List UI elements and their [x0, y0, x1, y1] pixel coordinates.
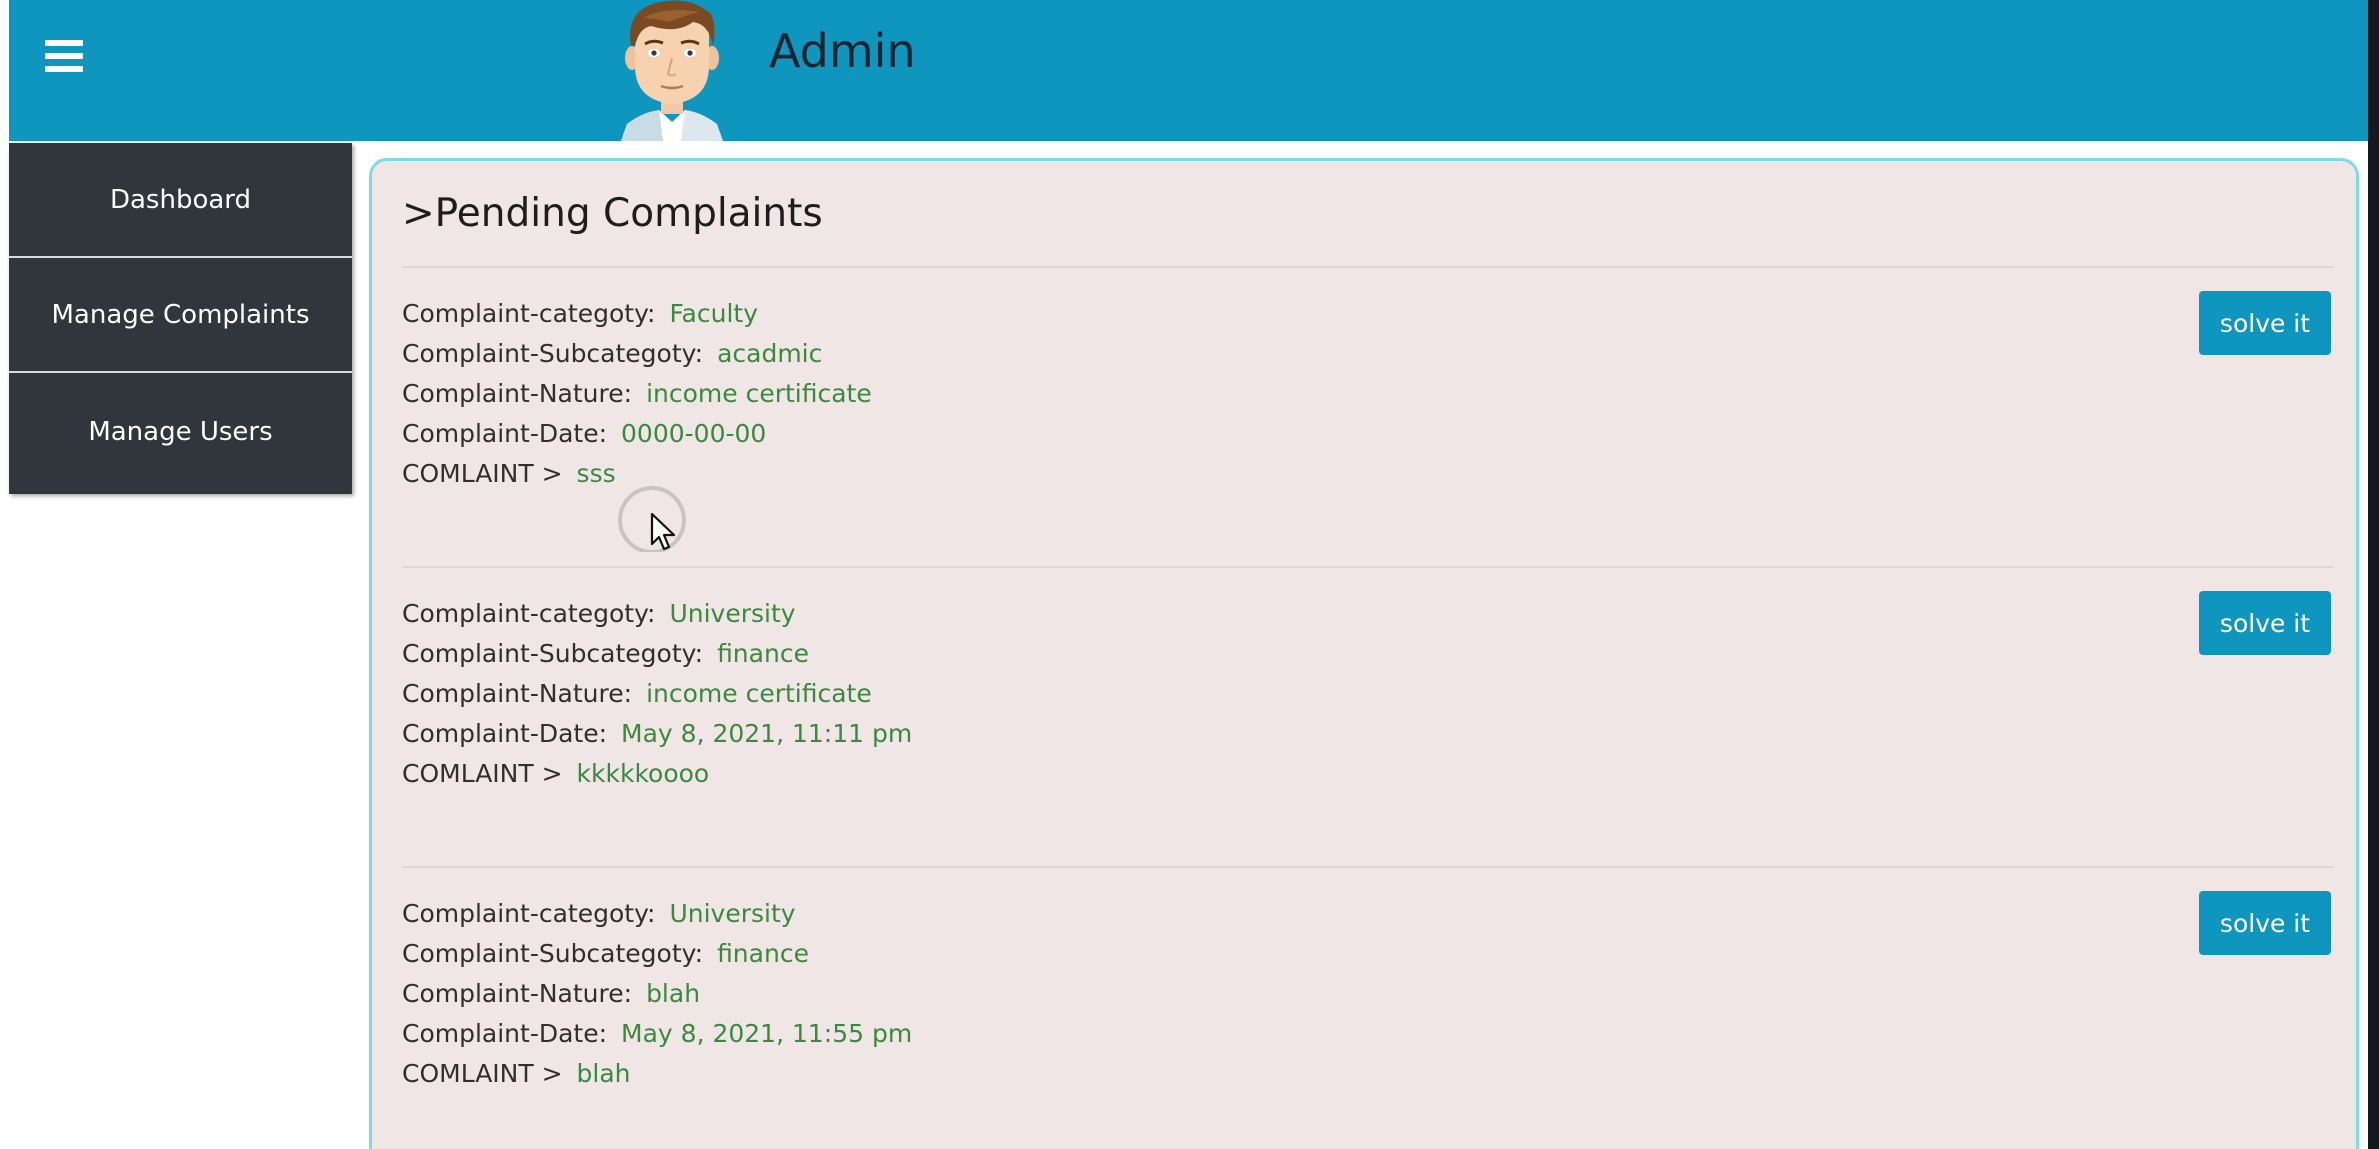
- category-value: Faculty: [669, 299, 759, 328]
- sidebar-item-manage-users[interactable]: Manage Users: [9, 373, 352, 490]
- complaint-nature-row: Complaint-Nature: income certificate: [402, 674, 2334, 714]
- app-window: Admin Dashboard Manage Complaints Manage…: [0, 0, 2379, 1149]
- subcategory-value: acadmic: [717, 339, 823, 368]
- sidebar-item-label: Dashboard: [109, 184, 252, 215]
- nature-value: income certificate: [646, 679, 872, 708]
- date-value: May 8, 2021, 11:11 pm: [621, 719, 913, 748]
- category-value: University: [669, 899, 796, 928]
- nature-value: blah: [646, 979, 701, 1008]
- date-label: Complaint-Date:: [402, 1019, 608, 1048]
- complaint-value: sss: [576, 459, 616, 488]
- complaint-subcategory-row: Complaint-Subcategoty: acadmic: [402, 334, 2334, 374]
- screen-edge: [2368, 0, 2379, 1149]
- sidebar-item-label: Manage Complaints: [51, 299, 310, 330]
- complaint-label: COMLAINT >: [402, 1059, 563, 1088]
- divider: [402, 266, 2334, 268]
- complaint-value: kkkkkoooo: [576, 759, 710, 788]
- header-title: Admin: [769, 24, 916, 78]
- pending-complaints-panel: >Pending Complaints Complaint-categoty: F…: [369, 158, 2359, 1149]
- complaint-card: Complaint-categoty: University Complaint-…: [402, 891, 2334, 1094]
- page-title: >Pending Complaints: [402, 191, 823, 236]
- subcategory-value: finance: [717, 939, 809, 968]
- solve-it-button[interactable]: solve it: [2199, 591, 2331, 655]
- complaint-date-row: Complaint-Date: May 8, 2021, 11:55 pm: [402, 1014, 2334, 1054]
- sidebar-item-dashboard[interactable]: Dashboard: [9, 143, 352, 258]
- sidebar-item-manage-complaints[interactable]: Manage Complaints: [9, 258, 352, 373]
- complaint-text-row: COMLAINT > sss: [402, 454, 2334, 494]
- top-header: Admin: [9, 0, 2368, 141]
- complaint-category-row: Complaint-categoty: Faculty: [402, 294, 2334, 334]
- complaint-subcategory-row: Complaint-Subcategoty: finance: [402, 634, 2334, 674]
- complaint-category-row: Complaint-categoty: University: [402, 594, 2334, 634]
- date-value: May 8, 2021, 11:55 pm: [621, 1019, 913, 1048]
- subcategory-value: finance: [717, 639, 809, 668]
- complaint-text-row: COMLAINT > blah: [402, 1054, 2334, 1094]
- category-label: Complaint-categoty:: [402, 299, 656, 328]
- complaint-nature-row: Complaint-Nature: income certificate: [402, 374, 2334, 414]
- complaint-date-row: Complaint-Date: 0000-00-00: [402, 414, 2334, 454]
- category-label: Complaint-categoty:: [402, 599, 656, 628]
- date-value: 0000-00-00: [621, 419, 767, 448]
- complaint-label: COMLAINT >: [402, 759, 563, 788]
- nature-label: Complaint-Nature:: [402, 679, 633, 708]
- date-label: Complaint-Date:: [402, 419, 608, 448]
- complaint-category-row: Complaint-categoty: University: [402, 894, 2334, 934]
- date-label: Complaint-Date:: [402, 719, 608, 748]
- mouse-cursor-icon: [618, 486, 686, 552]
- complaint-card: Complaint-categoty: Faculty Complaint-Sub…: [402, 291, 2334, 494]
- category-value: University: [669, 599, 796, 628]
- nature-value: income certificate: [646, 379, 872, 408]
- nature-label: Complaint-Nature:: [402, 979, 633, 1008]
- complaint-date-row: Complaint-Date: May 8, 2021, 11:11 pm: [402, 714, 2334, 754]
- category-label: Complaint-categoty:: [402, 899, 656, 928]
- sidebar-item-label: Manage Users: [88, 416, 273, 447]
- divider: [402, 866, 2334, 868]
- complaint-label: COMLAINT >: [402, 459, 563, 488]
- subcategory-label: Complaint-Subcategoty:: [402, 939, 704, 968]
- complaint-nature-row: Complaint-Nature: blah: [402, 974, 2334, 1014]
- subcategory-label: Complaint-Subcategoty:: [402, 339, 704, 368]
- solve-it-button[interactable]: solve it: [2199, 291, 2331, 355]
- hamburger-icon[interactable]: [45, 40, 83, 72]
- complaint-text-row: COMLAINT > kkkkkoooo: [402, 754, 2334, 794]
- sidebar: Dashboard Manage Complaints Manage Users: [9, 143, 352, 494]
- solve-it-button[interactable]: solve it: [2199, 891, 2331, 955]
- nature-label: Complaint-Nature:: [402, 379, 633, 408]
- admin-avatar: [621, 0, 723, 141]
- divider: [402, 566, 2334, 568]
- complaint-card: Complaint-categoty: University Complaint-…: [402, 591, 2334, 794]
- complaint-value: blah: [576, 1059, 631, 1088]
- subcategory-label: Complaint-Subcategoty:: [402, 639, 704, 668]
- complaint-subcategory-row: Complaint-Subcategoty: finance: [402, 934, 2334, 974]
